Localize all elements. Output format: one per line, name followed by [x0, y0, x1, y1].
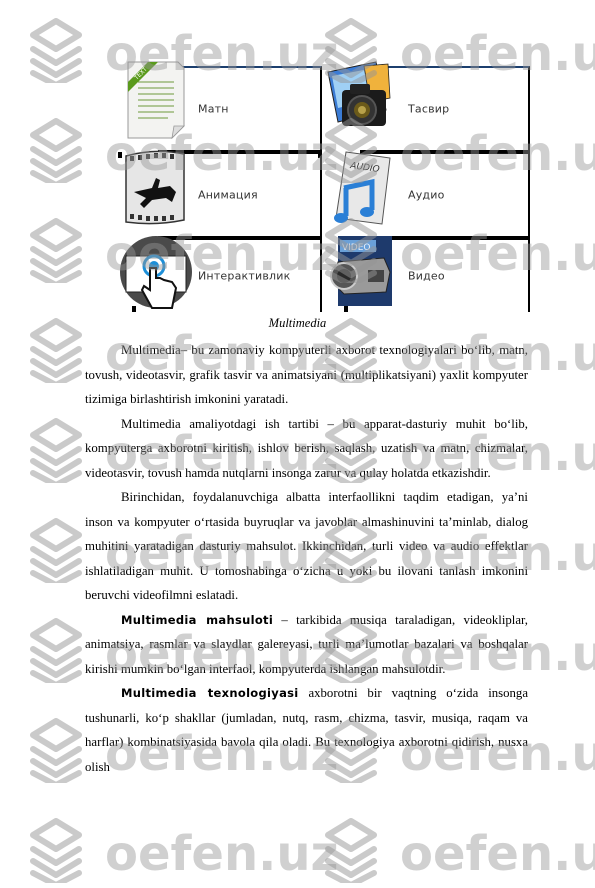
video-camera-icon: VIDEO — [330, 236, 392, 306]
connector — [118, 152, 122, 158]
watermark-text: oefen.uz — [105, 826, 339, 882]
item-label: Тасвир — [408, 102, 450, 116]
paragraph: Birinchidan, foydalanuvchiga albatta int… — [85, 485, 528, 608]
video-tag: VIDEO — [342, 243, 371, 253]
paragraph: Multimedia amaliyotdagi ish tartibi – bu… — [85, 412, 528, 486]
body-text: Multimedia– bu zamonaviy kompyuterli axb… — [85, 338, 528, 779]
connector — [344, 306, 348, 312]
paragraph: Multimedia texnologiyasi axborotni bir v… — [85, 681, 528, 779]
paragraph-term: Multimedia texnologiyasi — [121, 686, 299, 700]
touch-screen-hand-icon — [120, 236, 192, 309]
connector — [132, 306, 136, 312]
paragraph-text: Multimedia– bu zamonaviy kompyuterli axb… — [85, 343, 528, 406]
paragraph: Multimedia– bu zamonaviy kompyuterli axb… — [85, 338, 528, 412]
layers-logo-icon — [27, 17, 85, 88]
paragraph-term: Multimedia mahsuloti — [121, 612, 274, 627]
layers-logo-icon — [27, 717, 85, 788]
item-label: Видео — [408, 269, 445, 283]
audio-note-icon: AUDIO — [334, 151, 391, 225]
text-document-icon: TEXT — [127, 61, 185, 140]
layers-logo-icon — [27, 517, 85, 588]
layers-logo-icon — [27, 117, 85, 188]
layers-logo-icon — [27, 617, 85, 688]
item-label: Интерактивлик — [198, 269, 291, 283]
paragraph-text: Birinchidan, foydalanuvchiga albatta int… — [85, 490, 528, 602]
multimedia-figure: Матн Тасвир Анимация Аудио Интерактивлик… — [118, 56, 530, 312]
item-label: Анимация — [198, 188, 258, 202]
layers-logo-icon — [27, 217, 85, 288]
watermark-text: oefen.uz — [400, 826, 595, 882]
film-strip-horse-icon — [125, 150, 185, 225]
connector — [318, 152, 322, 158]
item-label: Аудио — [408, 188, 445, 202]
item-label: Матн — [198, 102, 229, 116]
paragraph-text: Multimedia amaliyotdagi ish tartibi – bu… — [85, 416, 528, 480]
figure-caption: Multimedia — [268, 316, 327, 330]
layers-logo-icon — [27, 417, 85, 488]
camera-photo-icon — [327, 61, 391, 126]
paragraph: Multimedia mahsuloti – tarkibida musiqa … — [85, 608, 528, 682]
layers-logo-icon — [322, 817, 380, 888]
layers-logo-icon — [27, 817, 85, 888]
